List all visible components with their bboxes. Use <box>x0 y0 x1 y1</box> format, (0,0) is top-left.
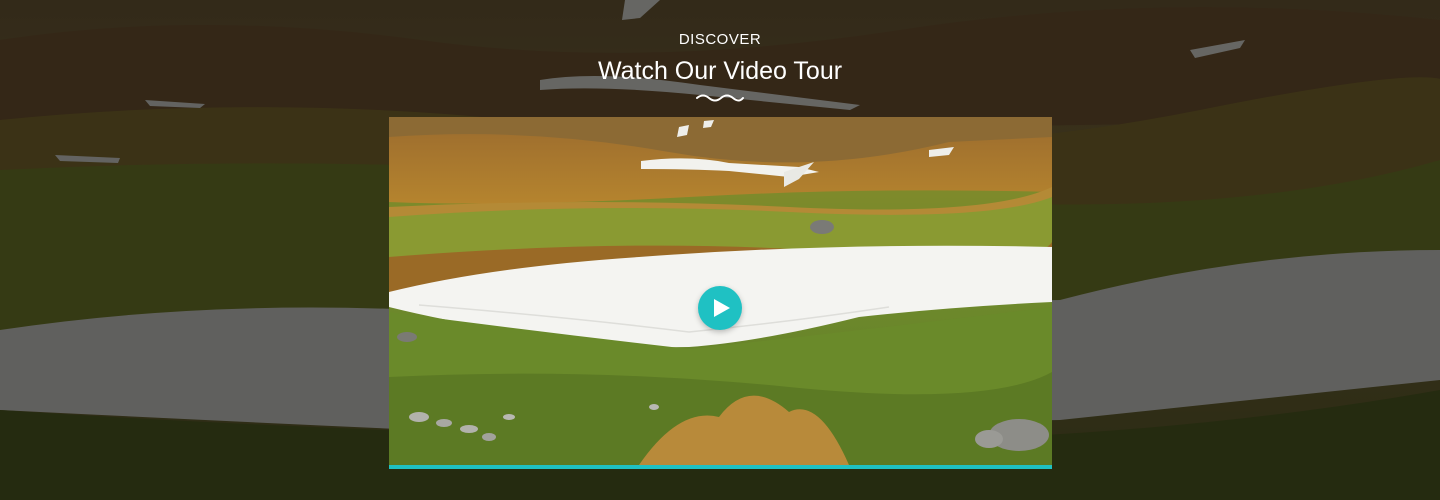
wave-divider-icon <box>696 94 744 102</box>
play-icon <box>714 299 730 317</box>
section-heading: DISCOVER Watch Our Video Tour <box>0 30 1440 103</box>
video-player[interactable] <box>389 117 1052 469</box>
section-title: Watch Our Video Tour <box>597 57 843 85</box>
video-progress-bar <box>389 465 1052 469</box>
section-eyebrow: DISCOVER <box>678 31 762 48</box>
play-button[interactable] <box>698 286 742 330</box>
